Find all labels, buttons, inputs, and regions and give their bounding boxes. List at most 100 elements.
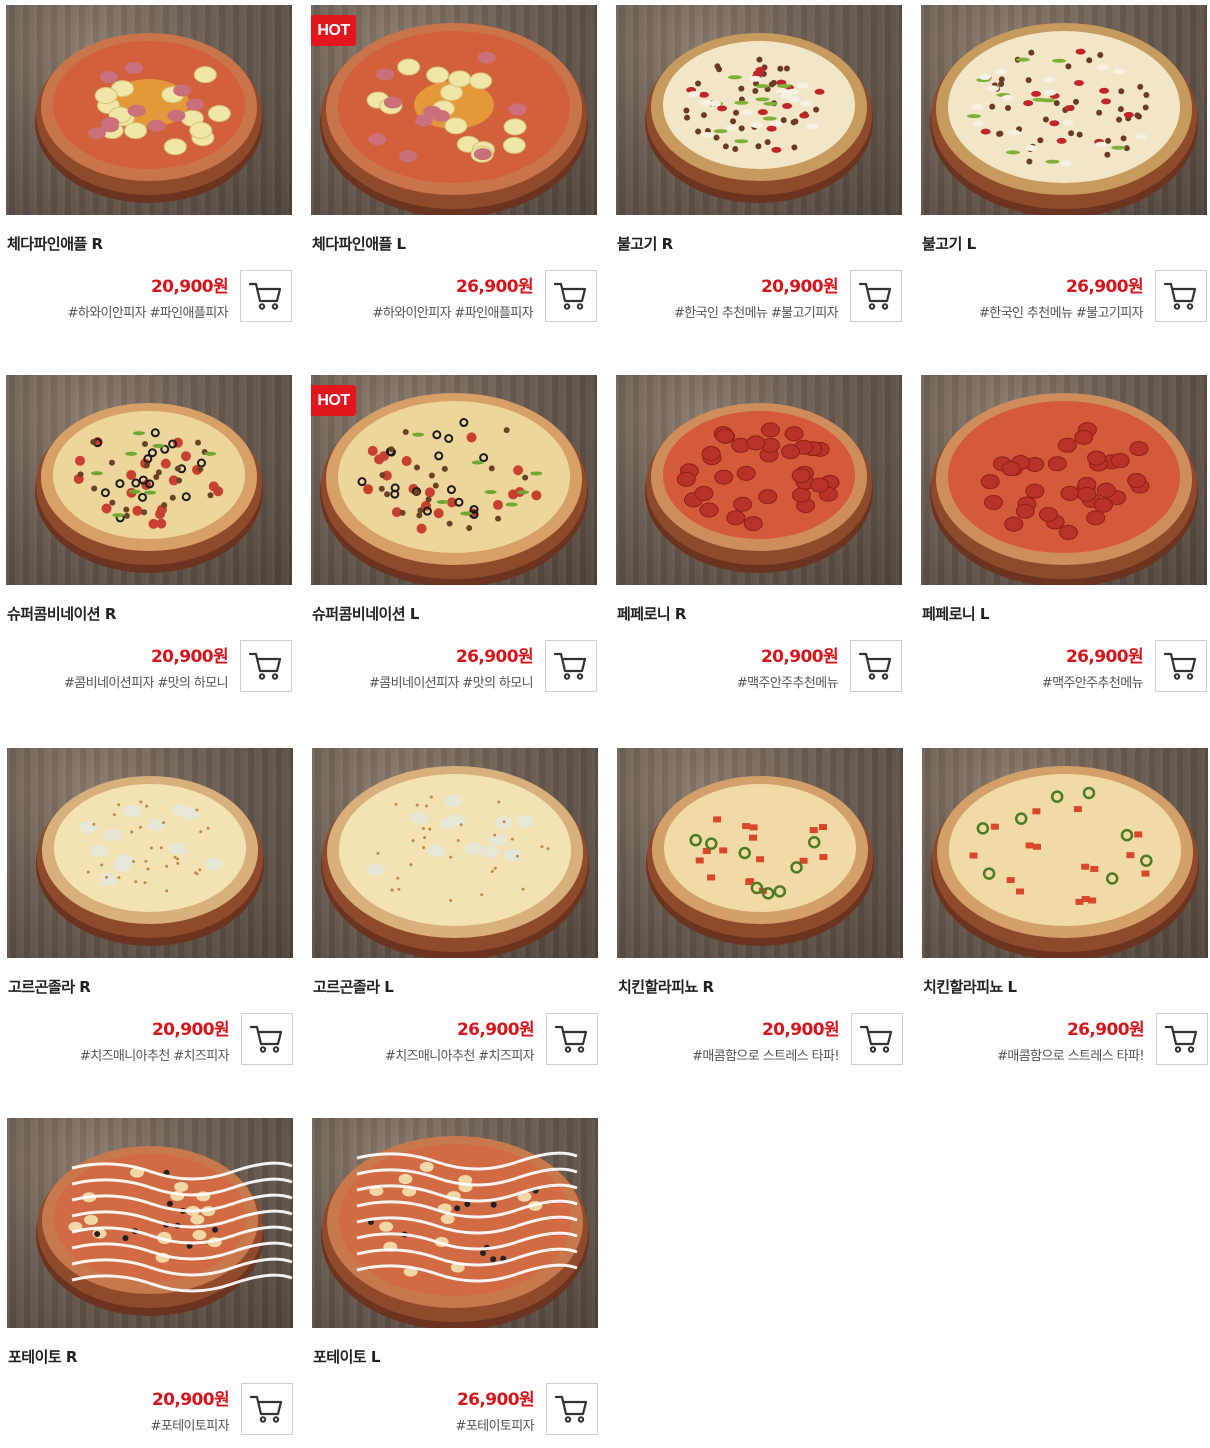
product-name[interactable]: 슈퍼콤비네이션 R [7,603,116,624]
pizza-image [645,33,873,203]
add-to-cart-button[interactable] [546,1013,598,1065]
add-to-cart-button[interactable] [240,270,292,322]
add-to-cart-button[interactable] [241,1383,293,1435]
product-name[interactable]: 불고기 R [617,233,673,254]
add-to-cart-button[interactable] [1156,1013,1208,1065]
product-card[interactable]: 페페로니 L 26,900원 #맥주안주추천메뉴 [921,375,1207,705]
add-to-cart-button[interactable] [241,1013,293,1065]
product-price: 26,900원 [1066,1020,1145,1040]
product-price: 20,900원 [151,1390,230,1410]
product-hashtags: #하와이안피자 #파인애플피자 [372,306,534,321]
product-card[interactable]: 체다파인애플 R 20,900원 #하와이안피자 #파인애플피자 [6,5,292,335]
pizza-image [36,776,264,946]
product-price: 20,900원 [150,277,229,297]
product-price: 26,900원 [456,1390,535,1410]
shopping-cart-icon [555,1395,588,1423]
pizza-photo[interactable] [617,748,903,958]
product-hashtags: #포테이토피자 [150,1419,230,1434]
product-name[interactable]: 체다파인애플 L [312,233,406,254]
product-price: 26,900원 [1065,647,1144,667]
hot-badge: HOT [311,15,356,46]
product-card[interactable]: 치킨할라피뇨 L 26,900원 #매콤함으로 스트레스 타파! [922,748,1208,1078]
product-hashtags: #치즈매니아추천 #치즈피자 [79,1049,230,1064]
product-hashtags: #하와이안피자 #파인애플피자 [67,306,229,321]
product-grid: 체다파인애플 R 20,900원 #하와이안피자 #파인애플피자 HOT 체다파인애플 … [0,0,1210,1435]
shopping-cart-icon [554,652,587,680]
shopping-cart-icon [554,282,587,310]
product-hashtags: #치즈매니아추천 #치즈피자 [384,1049,535,1064]
product-name[interactable]: 페페로니 R [617,603,686,624]
pizza-photo[interactable] [312,748,598,958]
product-name[interactable]: 포테이토 R [8,1346,77,1367]
pizza-photo[interactable] [921,375,1207,585]
pizza-photo[interactable] [616,5,902,215]
pizza-image [321,1136,589,1328]
product-name[interactable]: 불고기 L [922,233,976,254]
shopping-cart-icon [1164,282,1197,310]
add-to-cart-button[interactable] [545,270,597,322]
add-to-cart-button[interactable] [1155,640,1207,692]
product-name[interactable]: 포테이토 L [313,1346,380,1367]
pizza-photo[interactable] [616,375,902,585]
product-card[interactable]: 불고기 L 26,900원 #한국인 추천메뉴 #불고기피자 [921,5,1207,335]
product-price: 26,900원 [456,1020,535,1040]
shopping-cart-icon [250,1025,283,1053]
product-hashtags: #맥주안주추천메뉴 [1041,676,1144,691]
shopping-cart-icon [859,652,892,680]
pizza-photo[interactable] [7,1118,293,1328]
product-card[interactable]: 치킨할라피뇨 R 20,900원 #매콤함으로 스트레스 타파! [617,748,903,1078]
pizza-photo[interactable] [7,748,293,958]
product-name[interactable]: 체다파인애플 R [7,233,103,254]
add-to-cart-button[interactable] [1155,270,1207,322]
shopping-cart-icon [555,1025,588,1053]
shopping-cart-icon [250,1395,283,1423]
product-price: 26,900원 [1065,277,1144,297]
pizza-photo[interactable] [6,375,292,585]
shopping-cart-icon [859,282,892,310]
product-card[interactable]: 페페로니 R 20,900원 #맥주안주추천메뉴 [616,375,902,705]
product-card[interactable]: 고르곤졸라 L 26,900원 #치즈매니아추천 #치즈피자 [312,748,598,1078]
pizza-image [930,393,1198,585]
product-name[interactable]: 고르곤졸라 L [313,976,394,997]
product-card[interactable]: HOT 슈퍼콤비네이션 L 26,900원 #콤비네이션피자 #맛의 하모니 [311,375,597,705]
pizza-photo[interactable] [312,1118,598,1328]
product-price: 20,900원 [760,647,839,667]
product-card[interactable]: 불고기 R 20,900원 #한국인 추천메뉴 #불고기피자 [616,5,902,335]
product-card[interactable]: HOT 체다파인애플 L 26,900원 #하와이안피자 #파인애플피자 [311,5,597,335]
add-to-cart-button[interactable] [850,640,902,692]
shopping-cart-icon [249,282,282,310]
pizza-image [35,403,263,573]
product-name[interactable]: 치킨할라피뇨 L [923,976,1017,997]
pizza-photo[interactable] [922,748,1208,958]
product-card[interactable]: 슈퍼콤비네이션 R 20,900원 #콤비네이션피자 #맛의 하모니 [6,375,292,705]
product-hashtags: #매콤함으로 스트레스 타파! [997,1049,1145,1064]
add-to-cart-button[interactable] [850,270,902,322]
product-price: 20,900원 [760,277,839,297]
product-price: 20,900원 [151,1020,230,1040]
product-price: 26,900원 [455,647,534,667]
product-card[interactable]: 포테이토 L 26,900원 #포테이토피자 [312,1118,598,1448]
product-card[interactable]: 포테이토 R 20,900원 #포테이토피자 [7,1118,293,1448]
product-price: 20,900원 [150,647,229,667]
product-name[interactable]: 페페로니 L [922,603,989,624]
product-hashtags: #콤비네이션피자 #맛의 하모니 [369,676,534,691]
pizza-image [35,33,263,203]
product-name[interactable]: 고르곤졸라 R [8,976,91,997]
pizza-image [321,766,589,958]
add-to-cart-button[interactable] [240,640,292,692]
pizza-photo[interactable] [6,5,292,215]
pizza-image [645,403,873,573]
add-to-cart-button[interactable] [851,1013,903,1065]
pizza-image [646,776,874,946]
add-to-cart-button[interactable] [545,640,597,692]
product-name[interactable]: 슈퍼콤비네이션 L [312,603,419,624]
product-card[interactable]: 고르곤졸라 R 20,900원 #치즈매니아추천 #치즈피자 [7,748,293,1078]
product-price: 26,900원 [455,277,534,297]
shopping-cart-icon [860,1025,893,1053]
shopping-cart-icon [1165,1025,1198,1053]
add-to-cart-button[interactable] [546,1383,598,1435]
product-name[interactable]: 치킨할라피뇨 R [618,976,714,997]
shopping-cart-icon [249,652,282,680]
pizza-photo[interactable] [921,5,1207,215]
product-hashtags: #한국인 추천메뉴 #불고기피자 [979,306,1144,321]
